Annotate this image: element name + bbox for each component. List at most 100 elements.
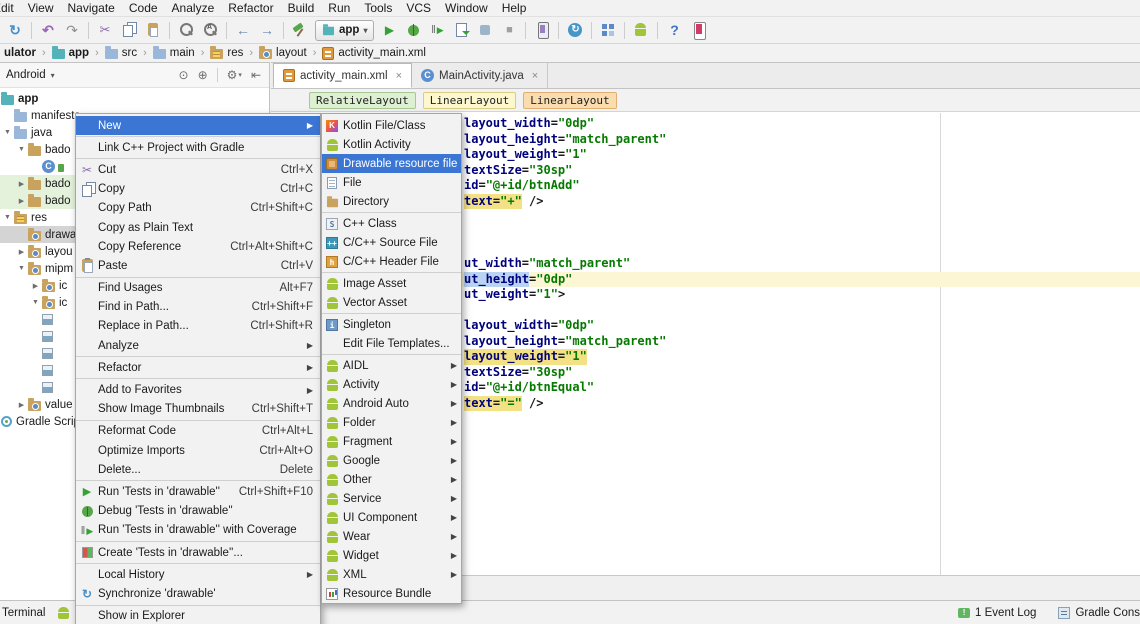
breadcrumb-item-layout[interactable]: layout: [257, 47, 309, 59]
submenu-item-drawable-resource-file[interactable]: Drawable resource file: [322, 154, 461, 173]
run-icon[interactable]: [378, 19, 400, 41]
structure-icon[interactable]: [597, 19, 619, 41]
context-menu-item-create-tests-in-drawable[interactable]: Create 'Tests in 'drawable''...: [76, 543, 320, 562]
submenu-item-fragment[interactable]: Fragment▶: [322, 432, 461, 451]
chevron-down-icon[interactable]: ▼: [1, 129, 14, 136]
submenu-item-kotlin-file-class[interactable]: Kotlin File/Class: [322, 116, 461, 135]
context-menu-item-copy-as-plain-text[interactable]: Copy as Plain Text: [76, 218, 320, 237]
submenu-item-aidl[interactable]: AIDL▶: [322, 356, 461, 375]
status-1-event-log[interactable]: 1 Event Log: [952, 607, 1042, 619]
context-menu-item-find-usages[interactable]: Find UsagesAlt+F7: [76, 279, 320, 298]
run-configuration-select[interactable]: app▾: [315, 20, 374, 41]
context-menu-item-copy[interactable]: CopyCtrl+C: [76, 180, 320, 199]
chevron-right-icon[interactable]: ▶: [15, 180, 28, 188]
back-icon[interactable]: [232, 19, 254, 41]
close-icon[interactable]: ×: [532, 70, 538, 82]
find-icon[interactable]: [175, 19, 197, 41]
menubar-item-view[interactable]: View: [21, 1, 61, 15]
chevron-down-icon[interactable]: ▼: [1, 214, 14, 221]
forward-icon[interactable]: [256, 19, 278, 41]
menubar-item-code[interactable]: Code: [122, 1, 165, 15]
chevron-down-icon[interactable]: ▼: [15, 265, 28, 272]
settings-icon[interactable]: [227, 68, 242, 82]
submenu-item-other[interactable]: Other▶: [322, 470, 461, 489]
context-menu-item-link-c-project-with-gradle[interactable]: Link C++ Project with Gradle: [76, 138, 320, 157]
avd-icon[interactable]: [531, 19, 553, 41]
submenu-item-android-auto[interactable]: Android Auto▶: [322, 394, 461, 413]
context-menu-item-copy-reference[interactable]: Copy ReferenceCtrl+Alt+Shift+C: [76, 237, 320, 256]
menubar-item-navigate[interactable]: Navigate: [60, 1, 121, 15]
submenu-item-resource-bundle[interactable]: Resource Bundle: [322, 584, 461, 603]
cut-icon[interactable]: [94, 19, 116, 41]
submenu-item-folder[interactable]: Folder▶: [322, 413, 461, 432]
submenu-item-wear[interactable]: Wear▶: [322, 527, 461, 546]
context-menu-item-show-in-explorer[interactable]: Show in Explorer: [76, 607, 320, 624]
status-terminal[interactable]: Terminal: [0, 607, 51, 619]
context-menu-item-debug-tests-in-drawable[interactable]: Debug 'Tests in 'drawable'': [76, 502, 320, 521]
tab-activity-main-xml[interactable]: activity_main.xml×: [273, 63, 412, 88]
breadcrumb-item-res[interactable]: res: [208, 47, 245, 59]
chevron-right-icon[interactable]: ▶: [15, 197, 28, 205]
menubar-item-edit[interactable]: Edit: [0, 1, 21, 15]
breadcrumb-item-src[interactable]: src: [103, 47, 139, 59]
gradle-sync-icon[interactable]: [564, 19, 586, 41]
tree-item-app[interactable]: app: [0, 90, 268, 107]
chevron-right-icon[interactable]: ▶: [29, 282, 42, 290]
submenu-item-directory[interactable]: Directory: [322, 192, 461, 211]
context-menu-item-synchronize-drawable[interactable]: Synchronize 'drawable': [76, 584, 320, 603]
context-menu-item-cut[interactable]: CutCtrl+X: [76, 160, 320, 179]
device-icon[interactable]: [687, 19, 709, 41]
submenu-item-google[interactable]: Google▶: [322, 451, 461, 470]
context-menu-item-run-tests-in-drawable-with-coverage[interactable]: Run 'Tests in 'drawable'' with Coverage: [76, 521, 320, 540]
context-menu-item-paste[interactable]: PasteCtrl+V: [76, 256, 320, 275]
context-menu-item-copy-path[interactable]: Copy PathCtrl+Shift+C: [76, 199, 320, 218]
submenu-item-vector-asset[interactable]: Vector Asset: [322, 293, 461, 312]
context-menu-item-optimize-imports[interactable]: Optimize ImportsCtrl+Alt+O: [76, 441, 320, 460]
breadcrumb-item-ulator[interactable]: ulator: [2, 47, 38, 59]
submenu-item-xml[interactable]: XML▶: [322, 565, 461, 584]
submenu-item-image-asset[interactable]: Image Asset: [322, 274, 461, 293]
hide-icon[interactable]: [251, 68, 261, 82]
context-menu-item-run-tests-in-drawable[interactable]: Run 'Tests in 'drawable''Ctrl+Shift+F10: [76, 482, 320, 501]
menubar-item-window[interactable]: Window: [438, 1, 495, 15]
context-menu-item-reformat-code[interactable]: Reformat CodeCtrl+Alt+L: [76, 422, 320, 441]
breadcrumb-chip-linearlayout-2[interactable]: LinearLayout: [523, 92, 616, 109]
context-menu-item-show-image-thumbnails[interactable]: Show Image ThumbnailsCtrl+Shift+T: [76, 400, 320, 419]
context-menu-item-find-in-path[interactable]: Find in Path...Ctrl+Shift+F: [76, 298, 320, 317]
sync-icon[interactable]: [4, 19, 26, 41]
status-android-button[interactable]: [51, 606, 76, 619]
paste-icon[interactable]: [142, 19, 164, 41]
submenu-item-c-class[interactable]: C++ Class: [322, 214, 461, 233]
menubar-item-refactor[interactable]: Refactor: [221, 1, 280, 15]
replace-icon[interactable]: A: [199, 19, 221, 41]
redo-icon[interactable]: [61, 19, 83, 41]
close-icon[interactable]: ×: [396, 70, 402, 82]
submenu-item-edit-file-templates[interactable]: Edit File Templates...: [322, 334, 461, 353]
submenu-item-ui-component[interactable]: UI Component▶: [322, 508, 461, 527]
menubar-item-vcs[interactable]: VCS: [399, 1, 438, 15]
status-gradle-cons[interactable]: Gradle Cons: [1052, 607, 1140, 619]
coverage-icon[interactable]: [426, 19, 448, 41]
locate-icon[interactable]: [179, 68, 189, 82]
submenu-item-file[interactable]: File: [322, 173, 461, 192]
attach-icon[interactable]: [450, 19, 472, 41]
context-menu-item-add-to-favorites[interactable]: Add to Favorites▶: [76, 380, 320, 399]
submenu-item-widget[interactable]: Widget▶: [322, 546, 461, 565]
chevron-right-icon[interactable]: ▶: [15, 401, 28, 409]
stop-icon[interactable]: [498, 19, 520, 41]
submenu-item-singleton[interactable]: Singleton: [322, 315, 461, 334]
breadcrumb-chip-relativelayout-0[interactable]: RelativeLayout: [309, 92, 416, 109]
breadcrumb-item-activity-main-xml[interactable]: activity_main.xml: [320, 47, 428, 60]
scroll-from-source-icon[interactable]: [198, 68, 208, 82]
build-icon[interactable]: [289, 19, 311, 41]
menubar-item-run[interactable]: Run: [321, 1, 357, 15]
chevron-down-icon[interactable]: ▼: [29, 299, 42, 306]
context-menu-item-refactor[interactable]: Refactor▶: [76, 358, 320, 377]
chevron-down-icon[interactable]: ▼: [15, 146, 28, 153]
context-menu-item-delete[interactable]: Delete...Delete: [76, 460, 320, 479]
submenu-item-c-c-header-file[interactable]: C/C++ Header File: [322, 252, 461, 271]
breadcrumb-item-app[interactable]: app: [50, 47, 91, 59]
menubar-item-help[interactable]: Help: [495, 1, 534, 15]
context-menu-item-analyze[interactable]: Analyze▶: [76, 336, 320, 355]
debug-icon[interactable]: [402, 19, 424, 41]
